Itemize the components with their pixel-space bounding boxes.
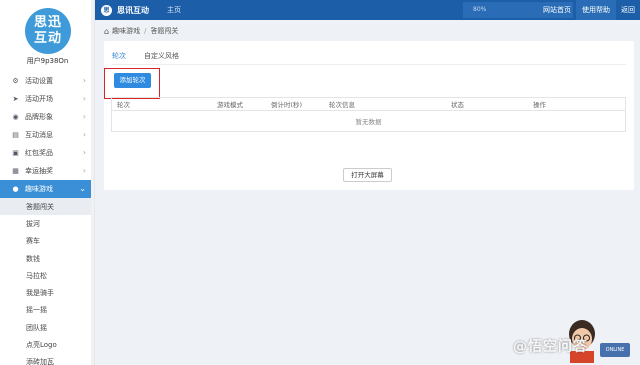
home-link[interactable]: 主页 [167,5,181,15]
lottery-icon: ▦ [12,167,19,175]
home-icon: ⌂ [104,26,110,36]
gear-icon: ⚙ [12,77,19,85]
send-icon: ➤ [12,95,19,103]
chevron-down-icon: ⌄ [79,184,86,193]
sub-item-racing[interactable]: 赛车 [0,233,94,250]
sub-item-quiz[interactable]: 答题闯关 [0,198,94,216]
watermark-text: @悟空问答 [513,339,588,355]
game-icon: ● [12,185,19,193]
sub-item-team-shake[interactable]: 团队摇 [0,319,94,336]
palette-icon: ◉ [12,113,19,121]
tab-divider [112,64,626,65]
sidebar: 思迅 互动 用户9p38On ⚙ 活动设置 › ➤ 活动开场 › ◉ 品牌形象 … [0,0,95,365]
tab-custom-style[interactable]: 自定义风格 [144,51,179,65]
sub-item-marathon[interactable]: 马拉松 [0,267,94,284]
empty-row: 暂无数据 [355,118,382,126]
column-header-round-info: 轮次信息 [329,101,355,109]
sub-item-light-logo[interactable]: 点亮Logo [0,336,94,353]
main-panel: 轮次 自定义风格 添加轮次 轮次 游戏模式 倒计时(秒) 轮次信息 状态 操作 … [104,41,634,190]
sidebar-item-fun-games[interactable]: ● 趣味游戏 ⌄ [0,180,94,198]
chevron-right-icon: › [82,166,86,175]
rounds-table: 轮次 游戏模式 倒计时(秒) 轮次信息 状态 操作 暂无数据 [111,97,626,132]
sidebar-item-brand-image[interactable]: ◉ 品牌形象 › [0,108,94,126]
chevron-right-icon: › [82,112,86,121]
column-header-actions: 操作 [533,101,546,109]
sub-item-count-money[interactable]: 数钱 [0,250,94,267]
chevron-right-icon: › [82,94,86,103]
breadcrumb-level1[interactable]: 趣味游戏 [112,26,140,36]
chat-icon: ▤ [12,131,19,139]
open-big-screen-button[interactable]: 打开大屏幕 [343,168,392,182]
username: 用户9p38On [26,57,69,65]
sub-item-rider[interactable]: 我是骑手 [0,284,94,301]
table-header: 轮次 游戏模式 倒计时(秒) 轮次信息 状态 操作 [112,98,625,111]
tab-bar: 轮次 自定义风格 [112,51,197,65]
breadcrumb: ⌂ 趣味游戏 / 答题闯关 [104,26,178,36]
chevron-right-icon: › [82,130,86,139]
brand[interactable]: 思 思讯互动 [101,4,149,16]
sidebar-item-activity-settings[interactable]: ⚙ 活动设置 › [0,72,94,90]
breadcrumb-level2: 答题闯关 [150,27,179,35]
brand-logo-icon: 思 [101,4,112,16]
column-header-game-mode: 游戏模式 [217,101,243,109]
sub-item-build-bricks[interactable]: 添砖加瓦 [0,354,94,365]
column-header-status: 状态 [451,101,464,109]
sidebar-item-lucky-draw[interactable]: ▦ 幸运抽奖 › [0,162,94,180]
column-header-round: 轮次 [117,101,130,109]
chevron-right-icon: › [82,76,86,85]
sub-item-shake[interactable]: 摇一摇 [0,302,94,319]
help-link[interactable]: 使用帮助 [576,0,616,20]
tab-rounds[interactable]: 轮次 [112,51,126,65]
breadcrumb-separator: / [144,27,147,35]
gift-icon: ▣ [12,149,19,157]
website-home-link[interactable]: 网站首页 [538,5,576,15]
sidebar-item-interactive-messages[interactable]: ▤ 互动消息 › [0,126,94,144]
sidebar-nav: ⚙ 活动设置 › ➤ 活动开场 › ◉ 品牌形象 › ▤ 互动消息 › ▣ 红包… [0,72,94,365]
column-header-countdown: 倒计时(秒) [271,101,303,109]
chevron-right-icon: › [82,148,86,157]
back-link[interactable]: 返回 [616,5,640,15]
sub-item-tug-of-war[interactable]: 拔河 [0,215,94,232]
sidebar-item-red-packet[interactable]: ▣ 红包奖品 › [0,144,94,162]
sidebar-scrollbar[interactable] [91,0,94,365]
sidebar-item-activity-opening[interactable]: ➤ 活动开场 › [0,90,94,108]
add-round-button[interactable]: 添加轮次 [114,73,151,88]
logo: 思迅 互动 [25,8,71,54]
top-links: 网站首页 使用帮助 返回 [538,0,640,20]
topbar: 思 思讯互动 主页 80% 网站首页 使用帮助 返回 [95,0,640,20]
watermark-badge: ONLINE [600,343,630,357]
